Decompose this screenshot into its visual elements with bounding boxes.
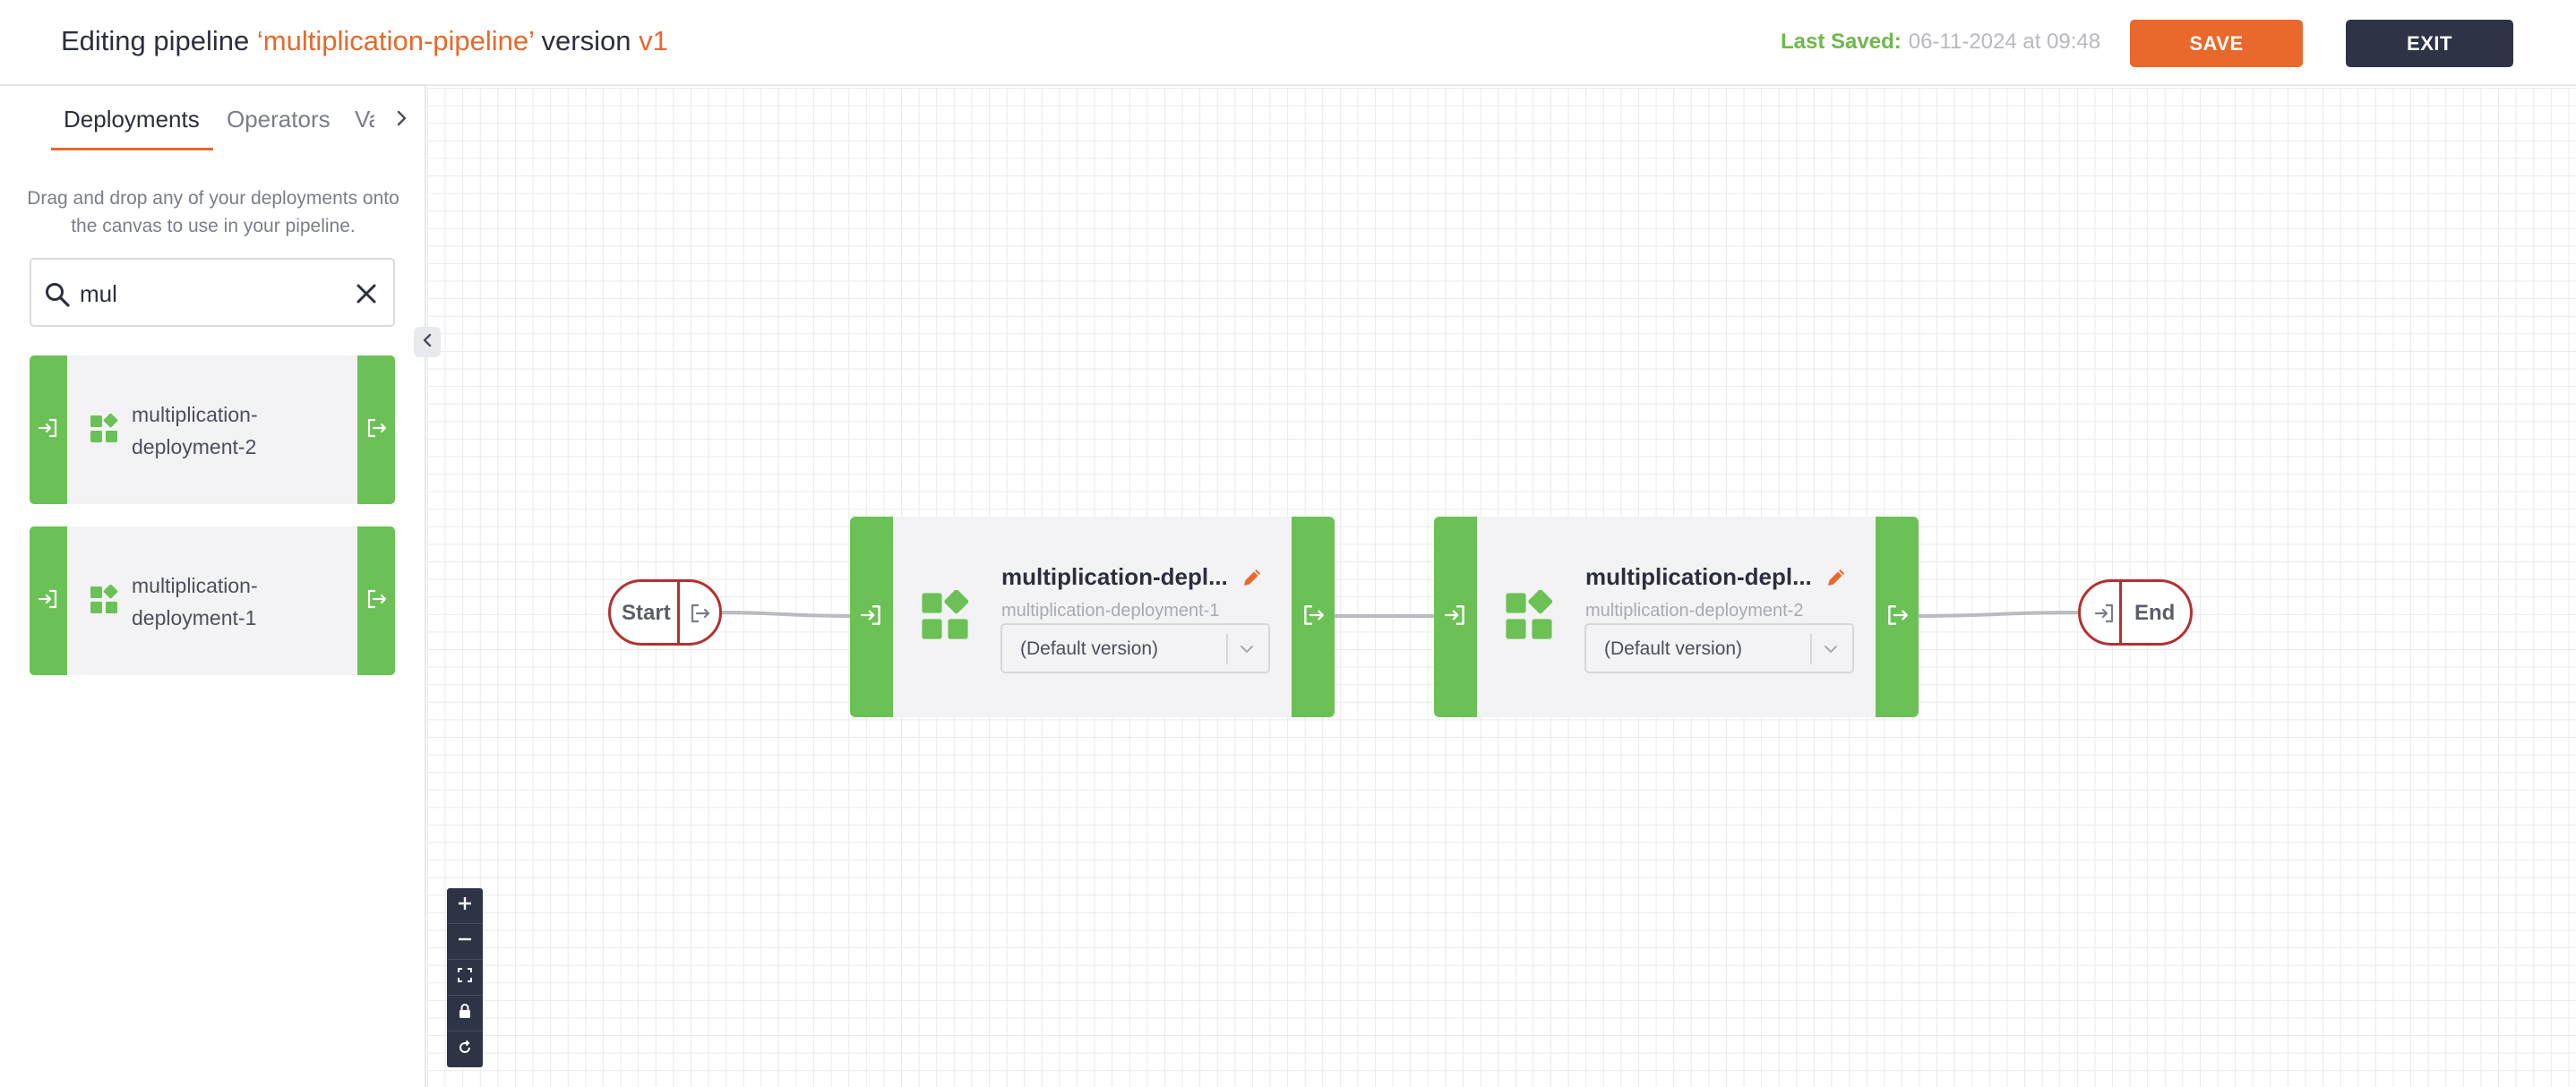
edit-pencil-icon[interactable] [1825, 566, 1848, 594]
deployment-card[interactable]: multiplication-deployment-2 [30, 355, 395, 504]
exit-button[interactable]: EXIT [2346, 20, 2513, 67]
zoom-controls [447, 888, 483, 1067]
version-select-value: (Default version) [1604, 638, 1743, 659]
lock-icon [456, 1002, 474, 1024]
node-subtitle: multiplication-deployment-1 [1001, 601, 1220, 621]
output-port-icon [1885, 603, 1910, 632]
deployment-name: multiplication-deployment-1 [132, 574, 258, 629]
input-port-icon[interactable] [2093, 602, 2117, 629]
start-node[interactable]: Start [608, 579, 722, 646]
output-port [357, 526, 395, 675]
tab-operators[interactable]: Operators [227, 106, 331, 133]
lock-button[interactable] [447, 996, 483, 1031]
zoom-in-button[interactable] [447, 888, 483, 924]
pipeline-name: ‘multiplication-pipeline’ [256, 25, 534, 56]
fit-view-button[interactable] [447, 960, 483, 996]
select-separator [1810, 634, 1812, 664]
active-tab-indicator [51, 148, 213, 150]
collapse-sidebar-button[interactable] [414, 327, 441, 357]
app-header: Editing pipeline ‘multiplication-pipelin… [0, 0, 2576, 86]
title-middle: version [533, 25, 640, 56]
input-port-icon [37, 587, 60, 615]
output-port-icon [365, 416, 388, 444]
end-label: End [2134, 601, 2176, 625]
node-input-port[interactable] [1434, 517, 1477, 717]
deployment-icon [918, 589, 972, 646]
zoom-out-icon [456, 930, 474, 953]
input-port [30, 355, 67, 504]
pipeline-version: v1 [639, 25, 668, 56]
zoom-out-button[interactable] [447, 924, 483, 960]
reset-icon [456, 1039, 474, 1061]
title-prefix: Editing pipeline [61, 25, 257, 56]
page-title: Editing pipeline ‘multiplication-pipelin… [61, 25, 668, 57]
tab-variables[interactable]: Va [355, 106, 374, 133]
pipeline-node[interactable]: multiplication-depl... multiplication-de… [1434, 517, 1919, 717]
select-separator [1226, 634, 1228, 664]
chevron-down-icon [1237, 639, 1257, 663]
deployment-icon [1502, 589, 1556, 646]
output-port [357, 355, 395, 504]
node-output-port[interactable] [1876, 517, 1919, 717]
reset-button[interactable] [447, 1031, 483, 1067]
deployment-icon [89, 413, 119, 449]
fit-view-icon [456, 966, 474, 989]
edit-pencil-icon[interactable] [1241, 566, 1264, 594]
deployment-card[interactable]: multiplication-deployment-1 [30, 526, 395, 675]
help-text: Drag and drop any of your deployments on… [27, 188, 399, 236]
search-icon [44, 281, 71, 312]
input-port-icon [1443, 603, 1468, 632]
start-divider [677, 582, 680, 643]
last-saved-value: 06-11-2024 at 09:48 [1908, 30, 2101, 54]
last-saved-label: Last Saved: [1781, 30, 1902, 54]
search-box [30, 258, 395, 327]
start-label: Start [622, 601, 671, 625]
input-port-icon [859, 603, 884, 632]
zoom-in-icon [456, 894, 474, 917]
end-node[interactable]: End [2078, 579, 2193, 646]
sidebar-tabs: Deployments Operators Va [0, 86, 426, 152]
node-title: multiplication-depl... [1585, 563, 1812, 590]
node-input-port[interactable] [850, 517, 893, 717]
version-select[interactable]: (Default version) [1000, 623, 1270, 673]
node-subtitle: multiplication-deployment-2 [1585, 601, 1804, 621]
pipeline-node[interactable]: multiplication-depl... multiplication-de… [850, 517, 1335, 717]
save-button[interactable]: SAVE [2130, 20, 2303, 67]
clear-icon[interactable] [354, 281, 379, 311]
deployment-icon [89, 584, 119, 620]
chevron-down-icon [1821, 639, 1841, 663]
chevron-right-icon[interactable] [391, 107, 412, 129]
search-input[interactable] [80, 276, 348, 312]
node-title: multiplication-depl... [1001, 563, 1228, 590]
output-port-icon [365, 587, 388, 615]
input-port [30, 526, 67, 675]
chevron-left-icon [418, 331, 436, 354]
output-port-icon[interactable] [688, 602, 711, 629]
node-output-port[interactable] [1292, 517, 1335, 717]
version-select-value: (Default version) [1020, 638, 1159, 659]
version-select[interactable]: (Default version) [1584, 623, 1854, 673]
last-saved: Last Saved: 06-11-2024 at 09:48 [1781, 30, 2100, 55]
deployment-name: multiplication-deployment-2 [132, 403, 258, 458]
end-divider [2119, 582, 2122, 643]
input-port-icon [37, 416, 60, 444]
sidebar: Deployments Operators Va Drag and drop a… [0, 86, 426, 1087]
output-port-icon [1301, 603, 1326, 632]
tab-deployments[interactable]: Deployments [64, 106, 200, 133]
